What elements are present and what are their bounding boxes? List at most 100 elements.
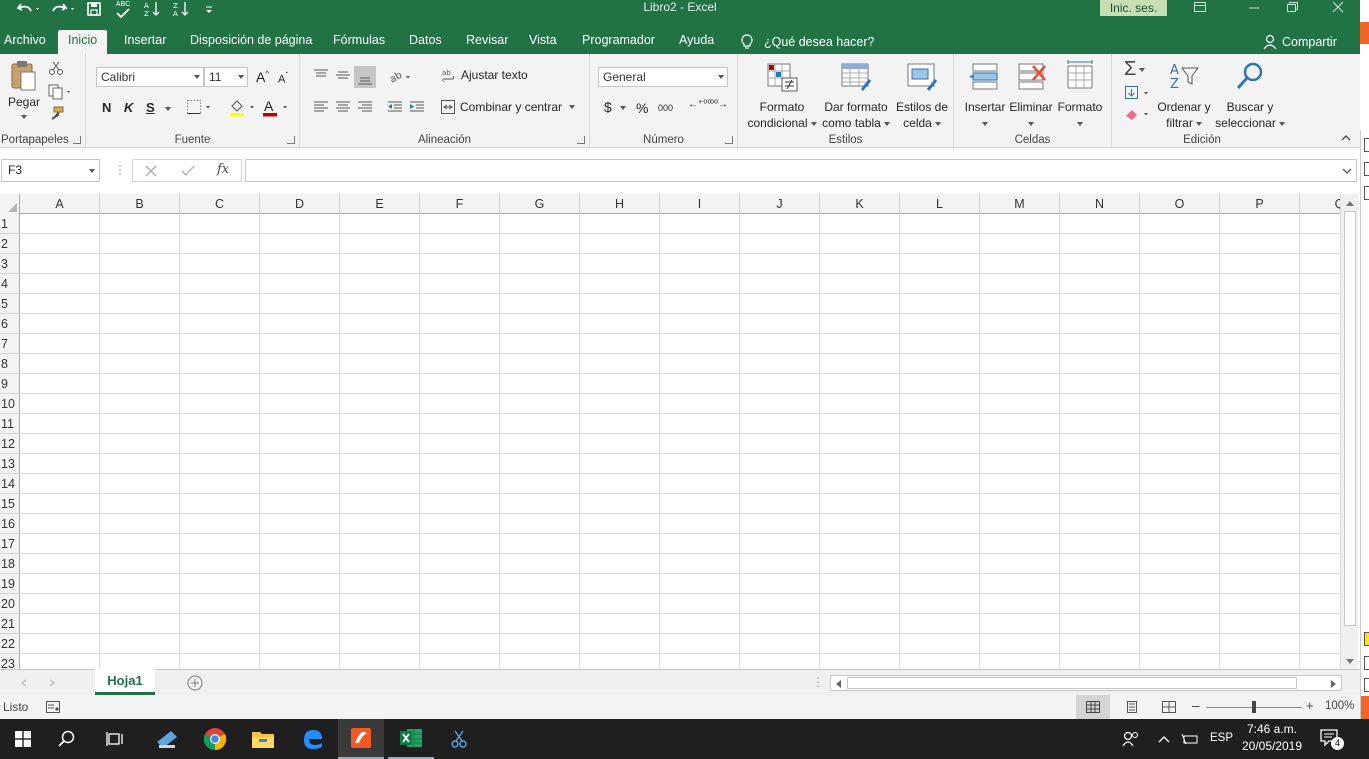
horizontal-scrollbar[interactable]	[830, 675, 1342, 691]
page-break-view-icon[interactable]	[1162, 701, 1176, 713]
row-header-9[interactable]: 9	[0, 374, 20, 394]
currency-button[interactable]: $	[604, 99, 626, 115]
name-box[interactable]: F3	[1, 159, 100, 182]
underline-dropdown-icon[interactable]	[165, 107, 171, 111]
taskbar-app-chrome[interactable]	[192, 719, 238, 759]
scroll-right-icon[interactable]	[1330, 679, 1338, 689]
row-header-20[interactable]: 20	[0, 594, 20, 614]
wrap-text-button[interactable]: ab c Ajustar texto	[442, 68, 528, 82]
column-header-c[interactable]: C	[180, 194, 260, 214]
prev-sheet-icon[interactable]	[20, 679, 28, 687]
row-header-12[interactable]: 12	[0, 434, 20, 454]
cancel-entry-icon[interactable]	[145, 165, 157, 177]
row-header-6[interactable]: 6	[0, 314, 20, 334]
column-header-a[interactable]: A	[20, 194, 100, 214]
delete-cells-button[interactable]: Eliminar	[1008, 58, 1054, 131]
row-header-11[interactable]: 11	[0, 414, 20, 434]
row-header-8[interactable]: 8	[0, 354, 20, 374]
taskbar-app-edge[interactable]	[290, 719, 336, 759]
row-header-2[interactable]: 2	[0, 234, 20, 254]
tab-archivo[interactable]: Archivo	[0, 30, 50, 54]
ribbon-display-options-button[interactable]	[1180, 0, 1220, 14]
scroll-left-icon[interactable]	[834, 679, 842, 689]
people-icon[interactable]	[1122, 730, 1140, 748]
maximize-button[interactable]	[1272, 0, 1312, 14]
shrink-font-button[interactable]: Aˇ	[278, 71, 288, 86]
orientation-button[interactable]: ab	[388, 66, 416, 87]
paste-button[interactable]: Pegar	[6, 60, 42, 123]
show-hidden-icons-chevron-icon[interactable]	[1158, 734, 1170, 744]
horizontal-scroll-thumb[interactable]	[847, 677, 1297, 689]
fuente-launcher-icon[interactable]	[287, 136, 295, 144]
row-header-1[interactable]: 1	[0, 214, 20, 234]
row-header-15[interactable]: 15	[0, 494, 20, 514]
clear-button[interactable]	[1124, 106, 1152, 125]
column-header-m[interactable]: M	[980, 194, 1060, 214]
vertical-scrollbar[interactable]	[1340, 194, 1358, 669]
decrease-indent-button[interactable]	[386, 100, 404, 117]
cut-button[interactable]	[48, 60, 64, 79]
column-header-q[interactable]: Q	[1300, 194, 1340, 214]
row-header-17[interactable]: 17	[0, 534, 20, 554]
task-view-button[interactable]	[92, 719, 138, 759]
percent-button[interactable]: %	[636, 100, 648, 116]
row-header-7[interactable]: 7	[0, 334, 20, 354]
zoom-out-button[interactable]: –	[1192, 697, 1200, 713]
row-header-4[interactable]: 4	[0, 274, 20, 294]
align-left-button[interactable]	[312, 100, 330, 117]
taskbar-app-snipping-tool[interactable]	[436, 719, 482, 759]
insert-cells-button[interactable]: Insertar	[962, 58, 1008, 131]
column-header-f[interactable]: F	[420, 194, 500, 214]
taskbar-app-excel[interactable]	[388, 719, 434, 759]
zoom-level[interactable]: 100%	[1325, 700, 1354, 712]
column-header-k[interactable]: K	[820, 194, 900, 214]
battery-network-icon[interactable]	[1181, 732, 1199, 746]
column-header-i[interactable]: I	[660, 194, 740, 214]
taskbar-app-computer[interactable]	[144, 719, 190, 759]
tab-insertar[interactable]: Insertar	[120, 30, 170, 54]
tell-me-search[interactable]: ¿Qué desea hacer?	[740, 30, 875, 54]
row-header-10[interactable]: 10	[0, 394, 20, 414]
row-header-16[interactable]: 16	[0, 514, 20, 534]
tab-formulas[interactable]: Fórmulas	[329, 30, 389, 54]
align-middle-button[interactable]	[334, 68, 352, 85]
portapapeles-launcher-icon[interactable]	[73, 136, 81, 144]
column-header-p[interactable]: P	[1220, 194, 1300, 214]
align-right-button[interactable]	[356, 100, 374, 117]
action-center-button[interactable]: 4	[1320, 729, 1344, 751]
row-header-5[interactable]: 5	[0, 294, 20, 314]
row-header-21[interactable]: 21	[0, 614, 20, 634]
scroll-down-icon[interactable]	[1345, 658, 1355, 666]
column-header-o[interactable]: O	[1140, 194, 1220, 214]
tab-disposicion-de-pagina[interactable]: Disposición de página	[186, 30, 316, 54]
formula-input[interactable]	[245, 159, 1357, 182]
start-button[interactable]	[0, 719, 46, 759]
close-button[interactable]	[1318, 0, 1358, 14]
decrease-decimal-button[interactable]: ⁰⁰→	[710, 99, 728, 110]
expand-formula-bar-icon[interactable]	[1342, 167, 1352, 175]
align-top-button[interactable]	[312, 68, 330, 85]
signin-button[interactable]: Inic. ses.	[1100, 0, 1167, 16]
add-sheet-icon[interactable]	[187, 675, 203, 691]
share-button[interactable]: Compartir	[1262, 30, 1337, 54]
taskbar-search-button[interactable]	[44, 719, 90, 759]
taskbar-clock[interactable]: 7:46 a.m. 20/05/2019	[1232, 721, 1312, 755]
number-format-combo[interactable]: General	[598, 67, 728, 87]
italic-button[interactable]: K	[124, 100, 133, 115]
tab-programador[interactable]: Programador	[578, 30, 659, 54]
format-painter-button[interactable]	[48, 106, 64, 125]
cell-area[interactable]	[20, 214, 1340, 669]
increase-indent-button[interactable]	[408, 100, 426, 117]
scroll-up-icon[interactable]	[1345, 199, 1355, 207]
row-header-22[interactable]: 22	[0, 634, 20, 654]
tab-vista[interactable]: Vista	[525, 30, 561, 54]
sort-filter-button[interactable]: AZ Ordenar y filtrar	[1154, 58, 1214, 131]
next-sheet-icon[interactable]	[48, 679, 56, 687]
copy-button[interactable]	[48, 84, 74, 103]
numero-launcher-icon[interactable]	[725, 136, 733, 144]
select-all-corner[interactable]	[0, 194, 20, 214]
collapse-ribbon-button[interactable]	[1340, 132, 1352, 146]
font-color-button[interactable]: A	[262, 98, 292, 121]
normal-view-button[interactable]	[1076, 695, 1110, 719]
row-header-19[interactable]: 19	[0, 574, 20, 594]
